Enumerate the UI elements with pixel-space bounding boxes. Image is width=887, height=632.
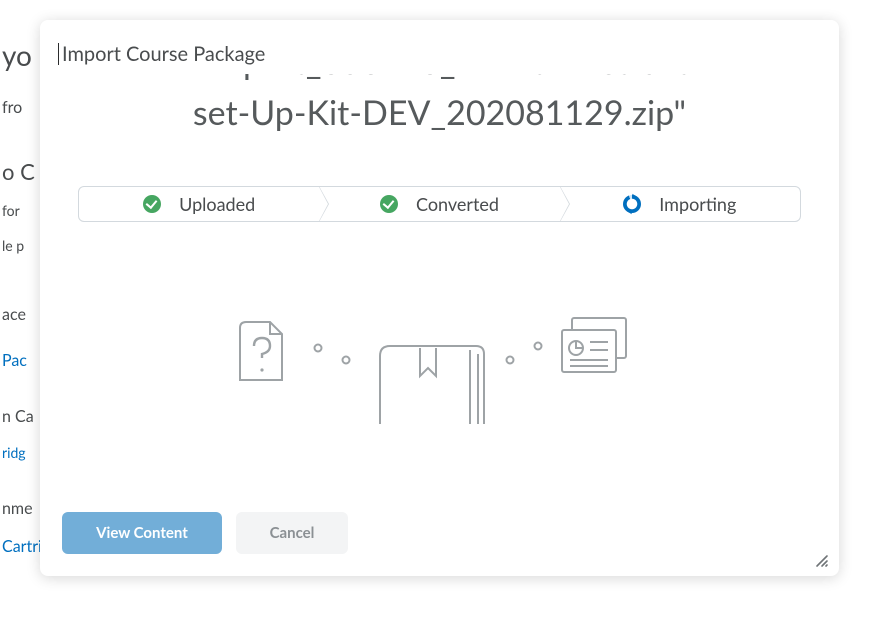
- step-label: Uploaded: [179, 193, 255, 215]
- progress-steps: Uploaded Converted Importing: [78, 186, 801, 222]
- import-illustration: [76, 264, 803, 424]
- import-modal: Import Course Package "D2LExport_350116_…: [40, 20, 839, 576]
- modal-content-scroll[interactable]: "D2LExport_350116_remote-instruction-set…: [40, 74, 839, 494]
- view-content-button[interactable]: View Content: [62, 512, 222, 554]
- import-file-name: "D2LExport_350116_remote-instruction-set…: [76, 74, 803, 186]
- step-uploaded: Uploaded: [79, 187, 319, 221]
- check-icon: [380, 195, 398, 213]
- modal-footer: View Content Cancel: [40, 494, 839, 554]
- step-importing: Importing: [560, 187, 800, 221]
- modal-title: Import Course Package: [40, 42, 839, 74]
- spinner-icon: [623, 195, 641, 213]
- step-label: Importing: [659, 193, 736, 215]
- resize-handle-icon[interactable]: [813, 552, 829, 568]
- check-icon: [143, 195, 161, 213]
- cancel-button[interactable]: Cancel: [236, 512, 348, 554]
- step-converted: Converted: [319, 187, 559, 221]
- illustration-svg: [180, 304, 700, 424]
- step-label: Converted: [416, 193, 499, 215]
